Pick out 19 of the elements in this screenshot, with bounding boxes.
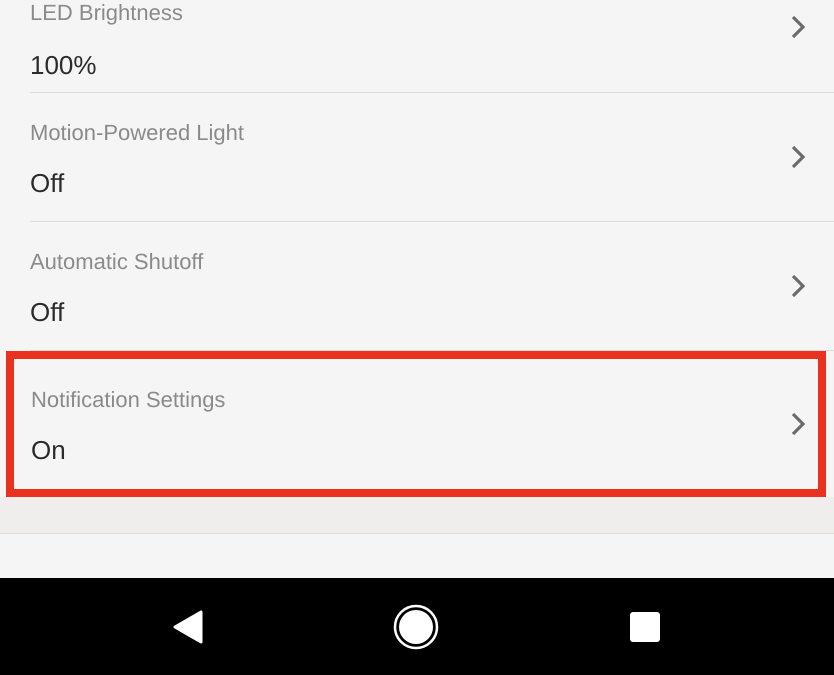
setting-label: Automatic Shutoff [30,248,204,274]
home-icon[interactable] [393,604,439,650]
setting-row[interactable]: Automatic Shutoff Off [30,222,834,351]
setting-label: Notification Settings [31,386,226,412]
setting-label: Motion-Powered Light [30,120,244,146]
setting-label: LED Brightness [30,0,183,26]
recents-icon[interactable] [629,610,661,642]
setting-row[interactable]: LED Brightness 100% [30,0,834,93]
setting-row[interactable]: Notification Settings On [6,351,826,497]
chevron-icon [790,14,806,40]
setting-row[interactable]: Motion-Powered Light Off [30,93,834,222]
setting-value: On [31,434,66,466]
setting-value: 100% [30,50,96,81]
setting-value: Off [30,296,64,328]
chevron-icon [790,273,806,299]
setting-value: Off [30,168,64,198]
chevron-icon [790,144,806,170]
back-icon[interactable] [173,610,203,644]
chevron-icon [790,411,806,437]
